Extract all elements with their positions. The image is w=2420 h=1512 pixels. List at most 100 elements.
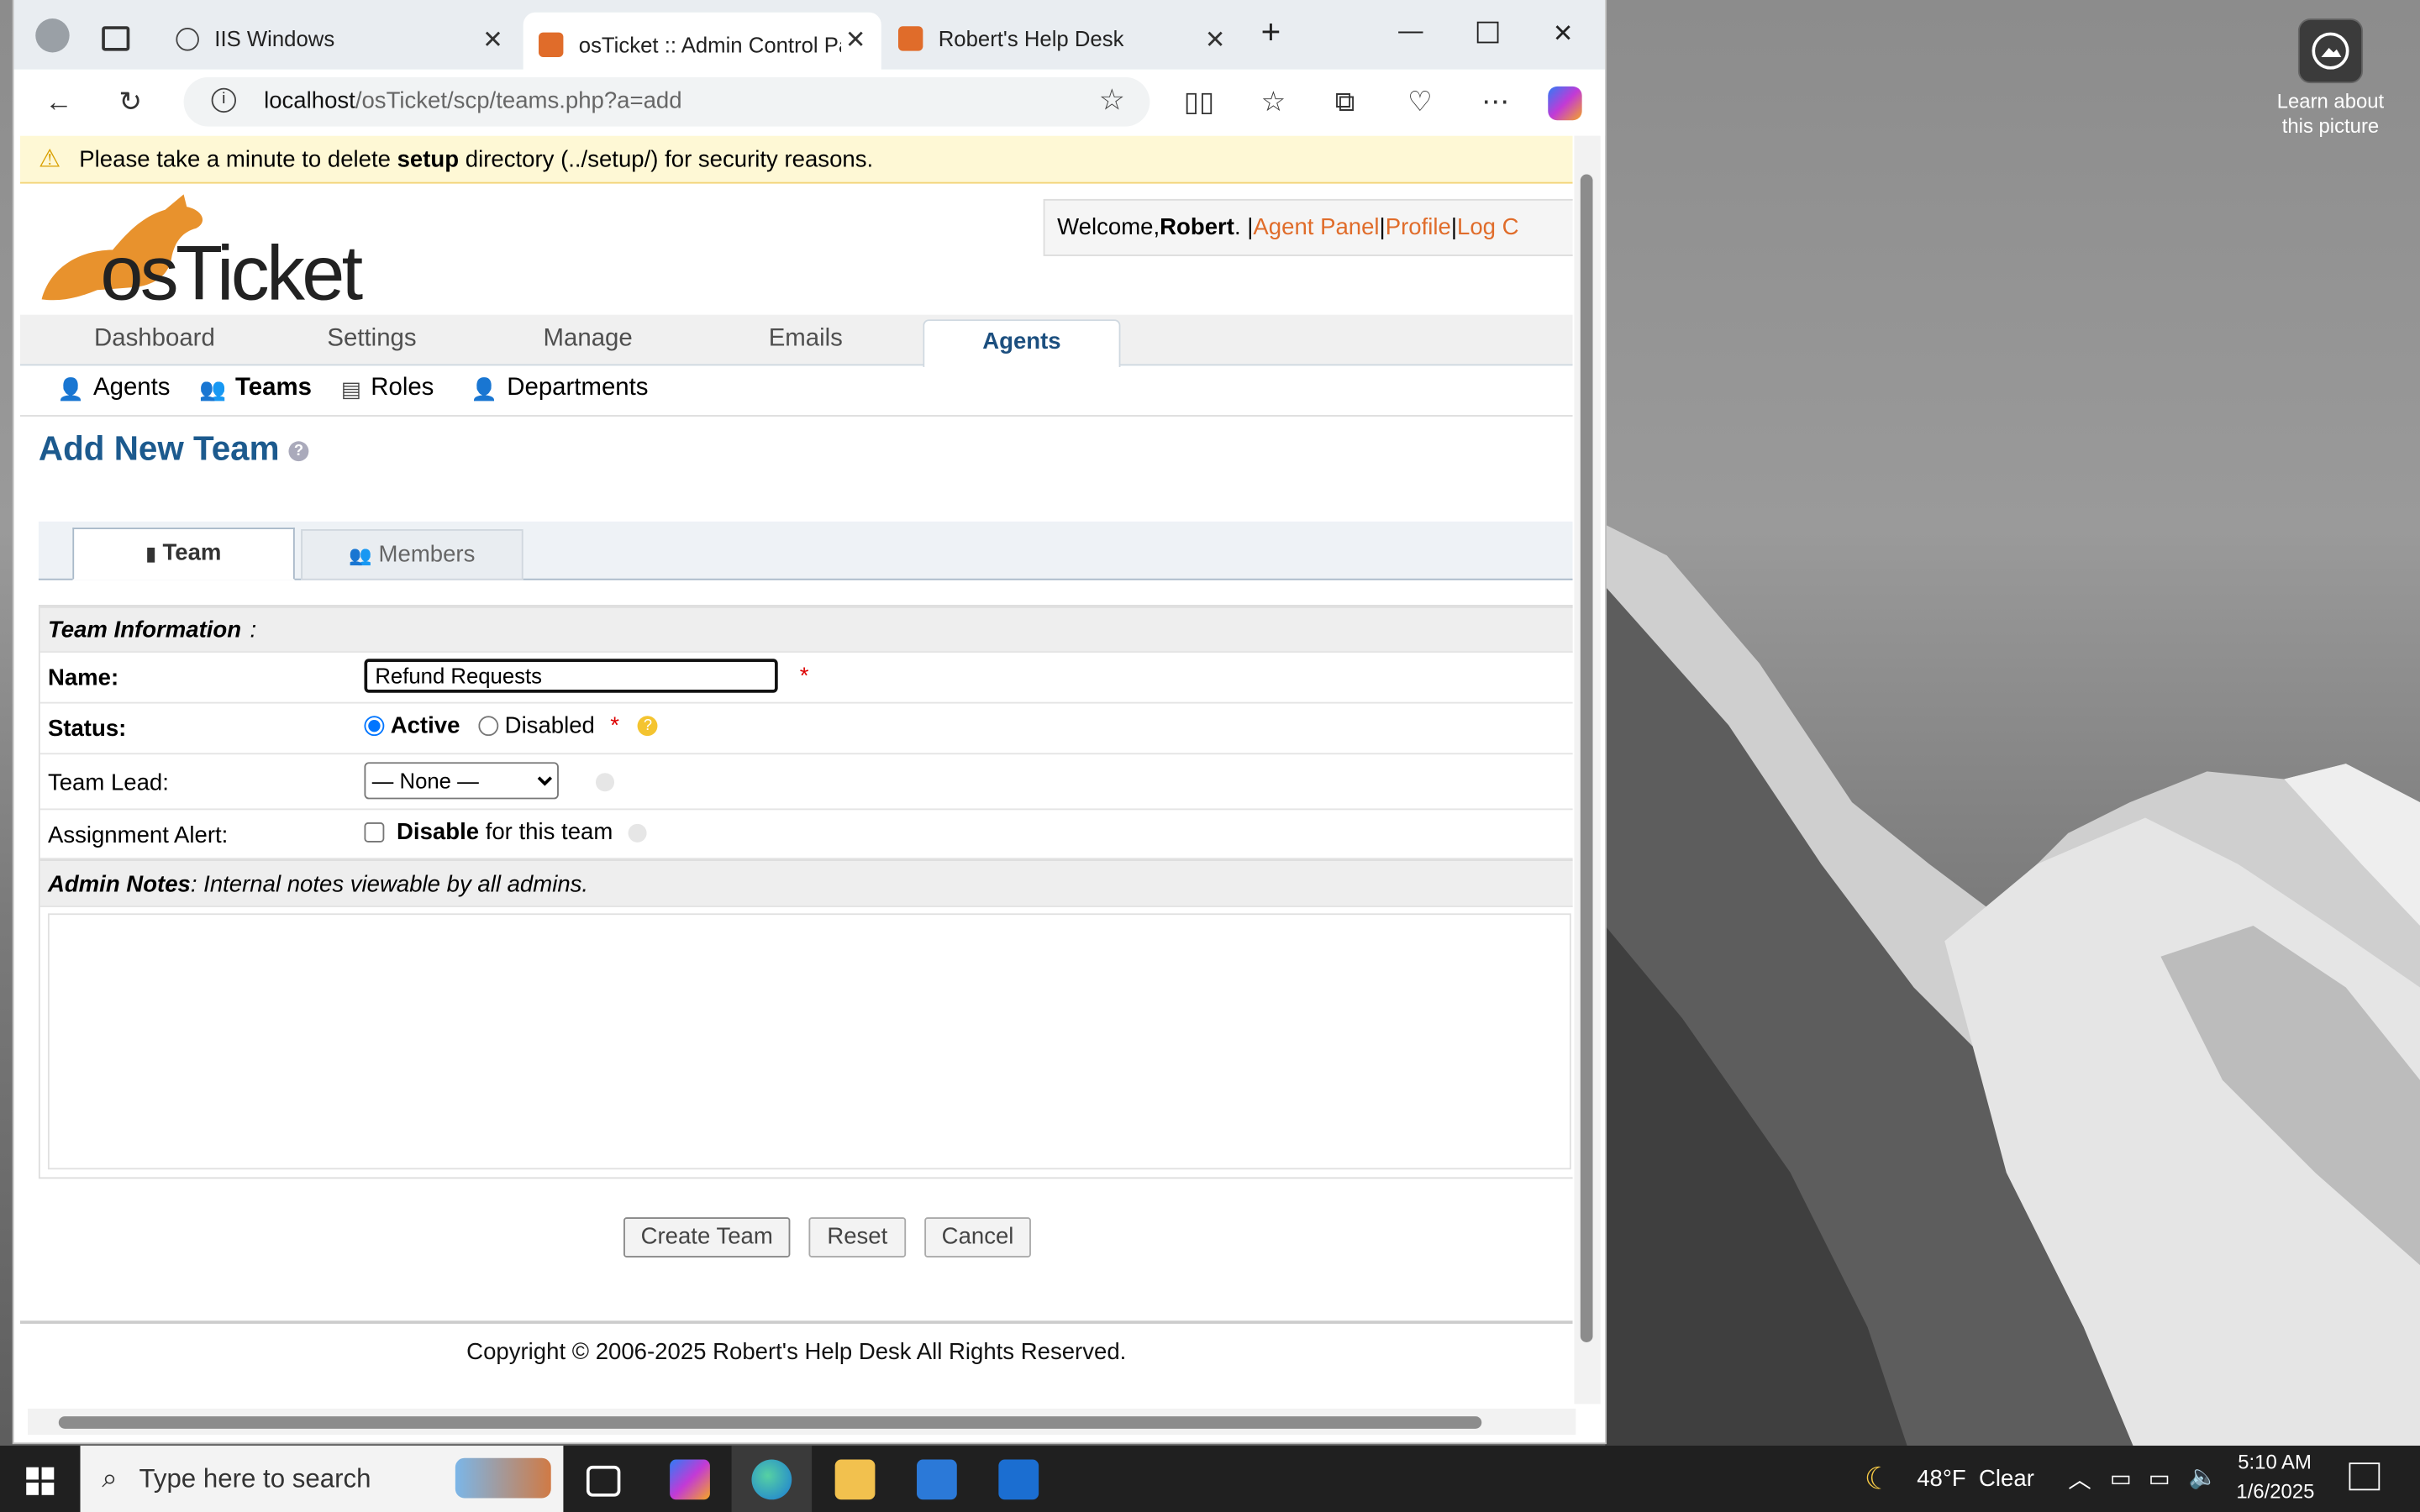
network-icon[interactable]: ▭ bbox=[2110, 1464, 2132, 1492]
notifications-icon[interactable] bbox=[2349, 1462, 2381, 1491]
reset-button[interactable]: Reset bbox=[808, 1217, 907, 1257]
help-icon[interactable] bbox=[596, 773, 615, 792]
status-disabled-radio[interactable] bbox=[478, 716, 499, 737]
subnav-departments[interactable]: 👤 Departments bbox=[471, 375, 648, 402]
page-title: Add New Team? bbox=[39, 429, 309, 470]
nav-manage[interactable]: Manage bbox=[544, 326, 633, 354]
team-form: Team Information: Name: * Status: Active bbox=[38, 605, 1573, 1179]
cancel-button[interactable]: Cancel bbox=[924, 1217, 1031, 1257]
status-active-radio[interactable] bbox=[364, 716, 385, 737]
help-icon[interactable] bbox=[628, 822, 647, 842]
close-icon[interactable]: ✕ bbox=[482, 24, 503, 55]
close-icon[interactable]: ✕ bbox=[845, 24, 866, 55]
nav-dashboard[interactable]: Dashboard bbox=[94, 326, 215, 354]
microsoft-store-icon[interactable] bbox=[917, 1459, 957, 1500]
name-input[interactable] bbox=[364, 659, 778, 693]
nav-agents[interactable]: Agents bbox=[923, 319, 1121, 368]
favorites-icon[interactable]: ☆ bbox=[1261, 87, 1286, 119]
windows-start-icon[interactable] bbox=[26, 1467, 55, 1495]
site-info-icon[interactable]: i bbox=[211, 87, 237, 113]
taskbar-search[interactable]: ⌕ Type here to search bbox=[80, 1446, 564, 1512]
maximize-icon[interactable] bbox=[1476, 21, 1499, 44]
create-team-button[interactable]: Create Team bbox=[623, 1217, 791, 1257]
admin-notes-textarea[interactable] bbox=[47, 913, 1571, 1170]
team-icon: 👥 bbox=[198, 375, 226, 401]
scroll-thumb[interactable] bbox=[58, 1416, 1482, 1429]
user-name: Robert bbox=[1160, 214, 1234, 241]
weather-text[interactable]: 48°F Clear bbox=[1917, 1466, 2034, 1492]
url-path: /osTicket/scp/teams.php?a=add bbox=[355, 87, 682, 114]
tab-actions-icon[interactable] bbox=[102, 26, 130, 51]
mail-icon[interactable] bbox=[998, 1459, 1039, 1500]
close-window-icon[interactable]: ✕ bbox=[1553, 18, 1574, 50]
users-icon: 👥 bbox=[349, 544, 372, 567]
agent-icon: 👤 bbox=[56, 375, 84, 401]
url-host: localhost bbox=[264, 87, 355, 114]
split-screen-icon[interactable]: ▯▯ bbox=[1184, 87, 1214, 119]
copilot-icon[interactable] bbox=[1548, 86, 1582, 121]
display-icon[interactable]: ▭ bbox=[2149, 1464, 2170, 1492]
subnav-label: Departments bbox=[507, 375, 649, 402]
copilot-taskbar-icon[interactable] bbox=[670, 1459, 710, 1500]
nav-settings[interactable]: Settings bbox=[327, 326, 416, 354]
close-icon[interactable]: ✕ bbox=[1205, 24, 1226, 55]
nav-emails[interactable]: Emails bbox=[769, 326, 843, 354]
clock-time[interactable]: 5:10 AM bbox=[2238, 1451, 2312, 1474]
tab-label: Members bbox=[378, 541, 476, 568]
assignment-alert-label: Assignment Alert: bbox=[47, 822, 229, 849]
help-icon[interactable]: ? bbox=[638, 716, 658, 737]
browser-titlebar: IIS Windows ✕ osTicket :: Admin Control … bbox=[13, 0, 1606, 77]
tab-title: IIS Windows bbox=[214, 26, 335, 51]
subnav-teams[interactable]: 👥 Teams bbox=[199, 375, 312, 402]
browser-essentials-icon[interactable]: ♡ bbox=[1407, 87, 1433, 119]
tab-team[interactable]: ▮ Team bbox=[72, 528, 295, 580]
file-explorer-icon[interactable] bbox=[834, 1459, 876, 1500]
form-tabs: ▮ Team 👥 Members bbox=[38, 521, 1573, 580]
tray-overflow-icon[interactable]: ︿ bbox=[2068, 1462, 2091, 1495]
task-view-icon[interactable] bbox=[586, 1465, 621, 1497]
address-bar[interactable]: i localhost/osTicket/scp/teams.php?a=add… bbox=[183, 76, 1150, 127]
scroll-thumb[interactable] bbox=[1580, 174, 1593, 1342]
sub-nav: 👤 Agents 👥 Teams ▤ Roles 👤 Departments bbox=[19, 365, 1573, 417]
admin-notes-heading: Admin Notes: Internal notes viewable by … bbox=[47, 871, 589, 898]
taskbar: ⌕ Type here to search ☾ 48°F Clear ︿ ▭ ▭… bbox=[0, 1446, 2420, 1512]
logout-link[interactable]: Log C bbox=[1457, 214, 1519, 240]
new-tab-icon[interactable]: + bbox=[1261, 13, 1281, 53]
clock-date[interactable]: 1/6/2025 bbox=[2236, 1479, 2314, 1503]
subnav-roles[interactable]: ▤ Roles bbox=[341, 375, 434, 402]
refresh-icon[interactable]: ↻ bbox=[118, 87, 142, 119]
tab-roberts-help-desk[interactable]: Robert's Help Desk ✕ bbox=[883, 13, 1241, 65]
team-lead-select[interactable]: — None — bbox=[364, 762, 559, 800]
edge-icon[interactable] bbox=[751, 1459, 792, 1500]
tab-iis-windows[interactable]: IIS Windows ✕ bbox=[160, 13, 518, 65]
browser-window: IIS Windows ✕ osTicket :: Admin Control … bbox=[13, 0, 1606, 1443]
disable-alert-checkbox[interactable] bbox=[364, 822, 385, 843]
profile-link[interactable]: Profile bbox=[1386, 214, 1451, 240]
collections-icon[interactable]: ⧉ bbox=[1335, 87, 1355, 119]
required-marker: * bbox=[610, 712, 619, 739]
agent-panel-link[interactable]: Agent Panel bbox=[1253, 214, 1379, 240]
web-page: ⚠ Please take a minute to delete setup d… bbox=[19, 135, 1573, 1404]
document-icon: ▮ bbox=[145, 543, 156, 565]
learn-about-picture[interactable]: Learn about this picture bbox=[2275, 18, 2386, 139]
horizontal-scrollbar[interactable] bbox=[28, 1408, 1576, 1436]
search-placeholder: Type here to search bbox=[139, 1463, 371, 1494]
minimize-icon[interactable]: — bbox=[1398, 18, 1423, 46]
main-nav: Dashboard Settings Manage Emails Agents bbox=[19, 314, 1573, 368]
learn-about-line1: Learn about bbox=[2276, 89, 2385, 113]
more-menu-icon[interactable]: ⋯ bbox=[1481, 87, 1509, 119]
volume-icon[interactable]: 🔈 bbox=[2188, 1462, 2217, 1490]
user-welcome-box: Welcome, Robert. | Agent Panel | Profile… bbox=[1043, 198, 1573, 256]
profile-icon[interactable] bbox=[35, 18, 70, 53]
osticket-logo[interactable]: osTicket bbox=[35, 188, 375, 316]
tab-osticket-admin[interactable]: osTicket :: Admin Control Par ✕ bbox=[523, 12, 881, 77]
weather-icon[interactable]: ☾ bbox=[1865, 1460, 1892, 1499]
logo-text: osTicket bbox=[100, 230, 362, 305]
favorite-star-icon[interactable]: ☆ bbox=[1099, 83, 1125, 118]
back-icon[interactable]: ← bbox=[45, 87, 72, 119]
vertical-scrollbar[interactable] bbox=[1574, 135, 1601, 1404]
tab-title: Robert's Help Desk bbox=[938, 26, 1124, 51]
help-icon[interactable]: ? bbox=[288, 440, 309, 461]
subnav-agents[interactable]: 👤 Agents bbox=[57, 375, 171, 402]
tab-members[interactable]: 👥 Members bbox=[301, 529, 523, 580]
